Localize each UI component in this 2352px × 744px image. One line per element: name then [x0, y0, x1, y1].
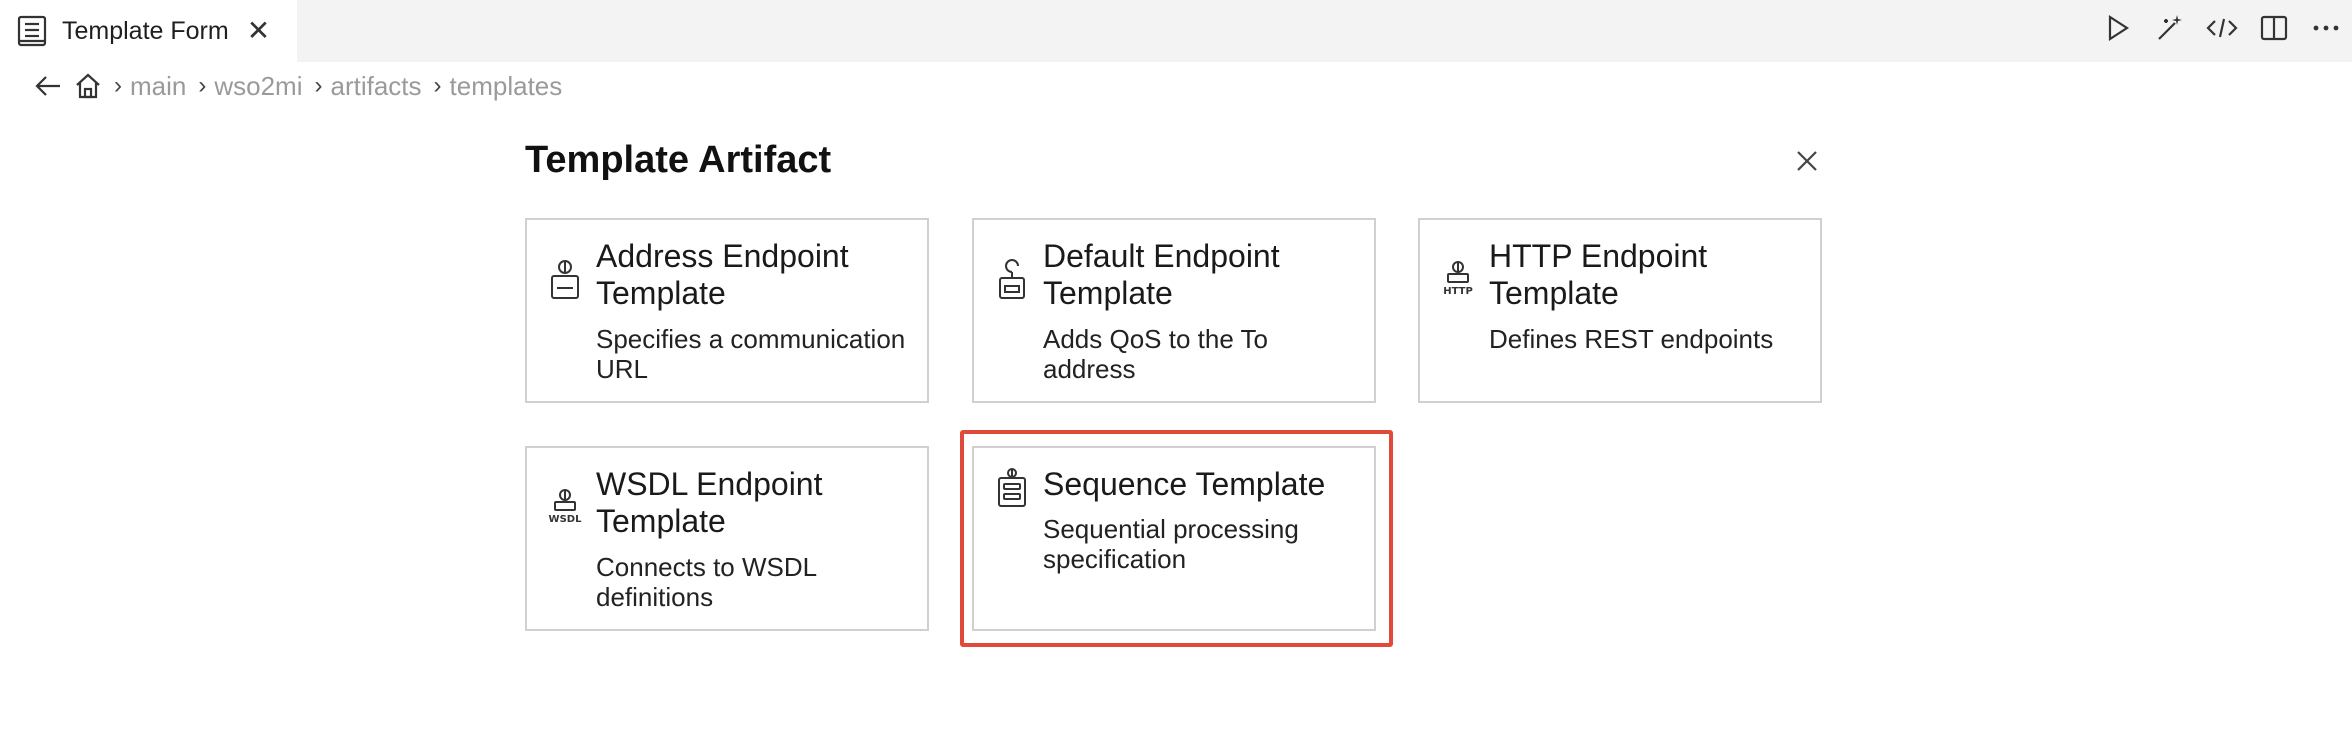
svg-text:HTTP: HTTP: [1443, 286, 1473, 297]
card-description: Sequential processing specification: [1043, 514, 1299, 574]
chevron-right-icon: ›: [433, 72, 442, 99]
card-title: Sequence Template: [1043, 466, 1326, 502]
form-document-icon: [17, 15, 50, 48]
run-button[interactable]: [2092, 0, 2144, 56]
card-description: Defines REST endpoints: [1489, 324, 1774, 354]
default-endpoint-icon: [999, 259, 1025, 299]
more-icon: [2313, 25, 2339, 31]
home-icon: [76, 73, 100, 99]
wsdl-endpoint-icon: WSDL: [549, 489, 583, 525]
ai-assist-button[interactable]: [2144, 0, 2196, 56]
tab-bar: Template Form ✕: [0, 0, 2352, 62]
breadcrumb-item-wso2mi[interactable]: wso2mi: [214, 71, 302, 102]
breadcrumb-item-main[interactable]: main: [130, 71, 186, 102]
play-icon: [2108, 14, 2130, 42]
card-title: HTTP Endpoint Template: [1489, 238, 1708, 311]
chevron-right-icon: ›: [198, 72, 207, 99]
address-endpoint-icon: [551, 260, 579, 299]
card-wsdl-endpoint-template[interactable]: WSDL WSDL Endpoint Template Connects to …: [525, 446, 929, 631]
home-button[interactable]: [74, 72, 102, 100]
page-title: Template Artifact: [525, 139, 832, 181]
breadcrumb-item-templates[interactable]: templates: [450, 71, 563, 102]
split-editor-button[interactable]: [2248, 0, 2300, 56]
editor-toolbar: [2092, 0, 2352, 56]
card-description: Specifies a communication URL: [596, 324, 906, 384]
chevron-right-icon: ›: [314, 72, 323, 99]
tab-template-form[interactable]: Template Form ✕: [0, 0, 297, 62]
card-address-endpoint-template[interactable]: Address Endpoint Template Specifies a co…: [525, 218, 929, 403]
breadcrumb: › main › wso2mi › artifacts › templates: [34, 68, 562, 104]
close-form-button[interactable]: [1792, 146, 1822, 176]
tab-close-icon[interactable]: ✕: [247, 17, 270, 45]
split-editor-icon: [2260, 15, 2288, 41]
card-sequence-template[interactable]: Sequence Template Sequential processing …: [972, 446, 1376, 631]
code-icon: [2206, 18, 2238, 38]
show-source-button[interactable]: [2196, 0, 2248, 56]
more-actions-button[interactable]: [2300, 0, 2352, 56]
card-http-endpoint-template[interactable]: HTTP HTTP Endpoint Template Defines REST…: [1418, 218, 1822, 403]
svg-text:WSDL: WSDL: [549, 514, 583, 525]
card-description: Adds QoS to the To address: [1043, 324, 1268, 384]
close-icon: [1797, 151, 1817, 171]
http-endpoint-icon: HTTP: [1443, 261, 1473, 297]
breadcrumb-item-artifacts[interactable]: artifacts: [331, 71, 422, 102]
card-title: WSDL Endpoint Template: [596, 466, 823, 539]
tab-title: Template Form: [62, 16, 229, 45]
magic-wand-icon: [2158, 15, 2182, 40]
back-button[interactable]: [34, 74, 62, 98]
sequence-icon: [998, 468, 1026, 507]
arrow-left-icon: [35, 76, 60, 96]
card-default-endpoint-template[interactable]: Default Endpoint Template Adds QoS to th…: [972, 218, 1376, 403]
chevron-right-icon: ›: [114, 72, 122, 99]
card-title: Address Endpoint Template: [596, 238, 849, 311]
card-title: Default Endpoint Template: [1043, 238, 1280, 311]
card-description: Connects to WSDL definitions: [596, 552, 817, 612]
